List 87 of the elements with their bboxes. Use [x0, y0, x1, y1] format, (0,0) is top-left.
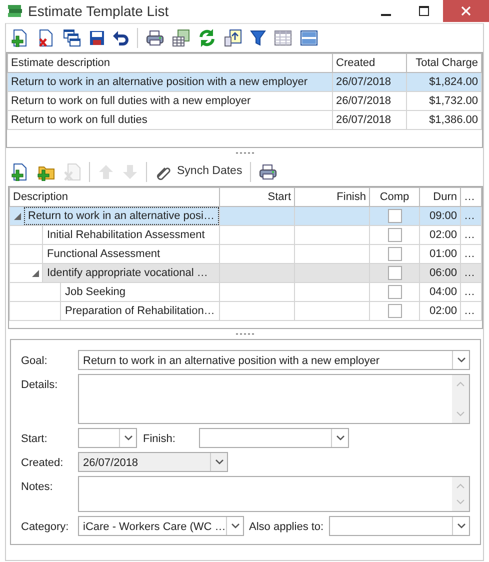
start-date-picker[interactable]: [78, 428, 137, 448]
field-label: Notes:: [21, 480, 54, 495]
table-cell: $1,386.00: [406, 110, 482, 130]
field-label: Details:: [21, 378, 59, 393]
synch-button[interactable]: Synch Dates: [152, 161, 246, 183]
more-button[interactable]: …: [460, 206, 482, 226]
more-button[interactable]: …: [460, 226, 482, 244]
tree-row[interactable]: Identify appropriate vocational … 06:00 …: [10, 264, 482, 282]
grid-icon: [274, 30, 292, 46]
table-cell: Return to work on full duties with a new employer: [8, 92, 332, 110]
table-cell: 09:00: [420, 206, 460, 226]
more-button[interactable]: …: [460, 302, 482, 320]
new-document-icon: [11, 29, 29, 47]
field-label: Created:: [21, 456, 64, 471]
checkbox[interactable]: [388, 266, 402, 280]
field-label: Start:: [21, 432, 48, 447]
filter-icon: [250, 30, 266, 46]
task-description: Identify appropriate vocational …: [42, 264, 218, 282]
task-description: Return to work in an alternative posi…: [24, 208, 218, 224]
refresh-icon: [198, 29, 216, 47]
tree-row[interactable]: Initial Rehabilitation Assessment 02:00 …: [10, 226, 482, 244]
close-button[interactable]: [443, 0, 489, 22]
printer-icon: [146, 30, 164, 46]
also-applies-to-dropdown[interactable]: [328, 516, 470, 536]
table-cell: 02:00: [420, 226, 460, 244]
more-button[interactable]: …: [460, 264, 482, 282]
column-header[interactable]: Description: [10, 188, 220, 206]
template-row[interactable]: Return to work on full duties with a new employer 26/07/2018 $1,732.00: [8, 92, 482, 110]
category-dropdown[interactable]: iCare - Workers Care (WC …: [78, 516, 244, 536]
table-cell: 26/07/2018: [332, 92, 406, 110]
checkbox[interactable]: [388, 246, 402, 261]
task-description: Functional Assessment: [42, 246, 218, 262]
new-document-icon: [11, 163, 29, 181]
up-arrow-icon: [98, 164, 114, 180]
checkbox[interactable]: [388, 304, 402, 318]
import-icon: [224, 29, 242, 47]
chevron-down-icon: [336, 435, 344, 441]
chevron-down-icon: [124, 435, 132, 441]
checkbox[interactable]: [388, 208, 402, 223]
template-row[interactable]: Return to work in an alternative position with a new employer 26/07/2018 $1,824.00: [8, 72, 482, 92]
delete-document-icon: [37, 29, 55, 47]
task-description: Job Seeking: [60, 284, 218, 300]
delete-document-icon: [63, 163, 81, 181]
task-description: Initial Rehabilitation Assessment: [42, 226, 218, 244]
filter-button[interactable]: [247, 28, 269, 48]
collapse-triangle-icon: [14, 212, 20, 220]
tree-row[interactable]: Job Seeking 04:00 …: [10, 282, 482, 302]
table-cell: 02:00: [420, 302, 460, 320]
window-title: Estimate Template List: [28, 2, 169, 21]
chevron-down-icon: [456, 523, 466, 529]
task-description: Preparation of Rehabilitation…: [60, 302, 218, 320]
spreadsheet-export-icon: [172, 29, 190, 47]
table-cell: 06:00: [420, 264, 460, 282]
chevron-down-icon: [456, 357, 466, 363]
printer-icon: [259, 164, 278, 180]
table-cell: 04:00: [420, 282, 460, 302]
windows-icon: [63, 29, 81, 47]
down-arrow-icon: [122, 164, 138, 180]
tree-row[interactable]: Preparation of Rehabilitation… 02:00 …: [10, 302, 482, 320]
maximize-icon: [419, 6, 429, 16]
save-icon: [89, 30, 105, 46]
finish-date-picker[interactable]: [199, 428, 349, 448]
field-label: Category:: [21, 520, 70, 535]
checkbox[interactable]: [388, 228, 402, 242]
close-icon: [461, 6, 471, 16]
chevron-down-icon: [230, 523, 240, 529]
minimize-icon: [381, 14, 391, 16]
field-label: Also applies to:: [249, 520, 324, 535]
column-header[interactable]: Estimate description: [8, 54, 332, 72]
chevron-down-icon: [214, 459, 224, 465]
goal-dropdown[interactable]: Return to work in an alternative position with a new employer: [78, 350, 470, 370]
more-button[interactable]: …: [460, 282, 482, 302]
table-cell: 26/07/2018: [332, 110, 406, 130]
template-row[interactable]: Return to work on full duties 26/07/2018 $1,386.00: [8, 110, 482, 130]
tree-row[interactable]: Return to work in an alternative posi… 09:00 …: [10, 206, 482, 226]
field-label: Finish:: [143, 432, 176, 447]
table-cell: 26/07/2018: [332, 72, 406, 92]
field-label: Goal:: [21, 354, 48, 369]
split-view-icon: [300, 30, 318, 46]
collapse-triangle-icon: [32, 270, 38, 276]
table-cell: $1,732.00: [406, 92, 482, 110]
table-cell: Return to work in an alternative position with a new employer: [8, 72, 332, 92]
books-icon: [6, 3, 24, 19]
undo-icon: [113, 30, 129, 46]
table-cell: $1,824.00: [406, 72, 482, 92]
table-cell: Return to work on full duties: [8, 110, 332, 130]
checkbox[interactable]: [388, 284, 402, 299]
